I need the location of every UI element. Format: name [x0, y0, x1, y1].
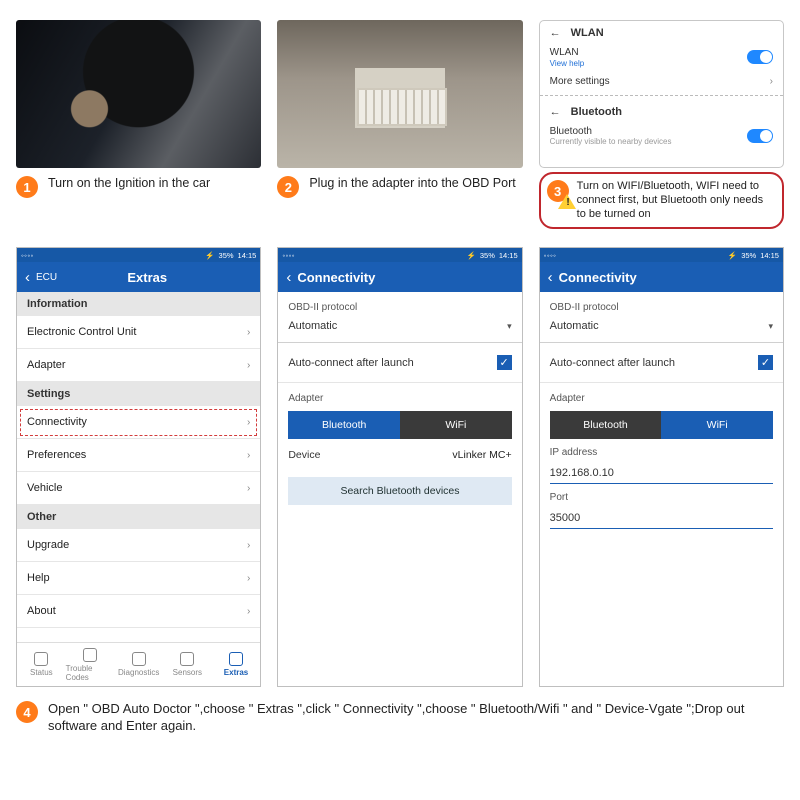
- ip-label: IP address: [540, 439, 783, 461]
- back-button[interactable]: ‹: [25, 269, 30, 286]
- chevron-right-icon: ›: [247, 606, 250, 617]
- back-button[interactable]: ‹: [548, 269, 553, 286]
- obd-protocol-label: OBD-II protocol: [540, 292, 783, 316]
- chevron-right-icon: ›: [770, 76, 773, 87]
- item-preferences[interactable]: Preferences›: [17, 439, 260, 472]
- wlan-view-help[interactable]: View help: [550, 59, 585, 68]
- status-bar: ◦◦◦◦ ⚡35%14:15: [540, 248, 783, 262]
- section-other: Other: [17, 505, 260, 529]
- back-arrow-icon[interactable]: ←: [550, 27, 561, 39]
- item-adapter[interactable]: Adapter›: [17, 349, 260, 382]
- tab-trouble-codes[interactable]: Trouble Codes: [66, 643, 115, 686]
- wlan-header: WLAN: [571, 27, 604, 39]
- adapter-label: Adapter: [278, 383, 521, 407]
- adapter-segmented: Bluetooth WiFi: [550, 411, 773, 439]
- chevron-right-icon: ›: [247, 417, 250, 428]
- item-vehicle[interactable]: Vehicle›: [17, 472, 260, 505]
- auto-connect-checkbox[interactable]: ✓: [758, 355, 773, 370]
- bluetooth-sub: Currently visible to nearby devices: [550, 137, 672, 146]
- appbar-title: Extras: [57, 270, 237, 285]
- status-bar: ◦◦◦◦ ⚡35%14:15: [17, 248, 260, 262]
- phone-extras-screen: ◦◦◦◦ ⚡35%14:15 ‹ ECU Extras Information …: [16, 247, 261, 687]
- section-information: Information: [17, 292, 260, 316]
- tab-extras[interactable]: Extras: [212, 643, 261, 686]
- adapter-label: Adapter: [540, 383, 783, 407]
- chevron-right-icon: ›: [247, 360, 250, 371]
- bluetooth-label: Bluetooth: [550, 126, 672, 138]
- ignition-photo: [16, 20, 261, 168]
- item-ecu[interactable]: Electronic Control Unit›: [17, 316, 260, 349]
- seg-bluetooth[interactable]: Bluetooth: [550, 411, 662, 439]
- step4-text: Open " OBD Auto Doctor ",choose " Extras…: [48, 701, 784, 734]
- wlan-settings-panel: ← WLAN WLAN View help More settings › ← …: [539, 20, 784, 168]
- item-help[interactable]: Help›: [17, 562, 260, 595]
- auto-connect-checkbox[interactable]: ✓: [497, 355, 512, 370]
- phone-connectivity-bt: ◦◦◦◦ ⚡35%14:15 ‹ Connectivity OBD-II pro…: [277, 247, 522, 687]
- bluetooth-toggle[interactable]: [747, 129, 773, 143]
- device-value: vLinker MC+: [452, 449, 511, 461]
- item-connectivity[interactable]: Connectivity›: [17, 406, 260, 439]
- chevron-right-icon: ›: [247, 327, 250, 338]
- back-arrow-icon[interactable]: ←: [550, 106, 561, 118]
- obd-port-photo: [277, 20, 522, 168]
- status-bar: ◦◦◦◦ ⚡35%14:15: [278, 248, 521, 262]
- chevron-right-icon: ›: [247, 573, 250, 584]
- chevron-right-icon: ›: [247, 483, 250, 494]
- auto-connect-label: Auto-connect after launch: [288, 357, 413, 369]
- seg-bluetooth[interactable]: Bluetooth: [288, 411, 400, 439]
- wlan-more-settings[interactable]: More settings ›: [540, 72, 783, 91]
- item-about[interactable]: About›: [17, 595, 260, 628]
- obd-protocol-select[interactable]: Automatic ▾: [540, 316, 783, 343]
- appbar-title: Connectivity: [297, 270, 513, 285]
- section-settings: Settings: [17, 382, 260, 406]
- port-label: Port: [540, 484, 783, 506]
- step3-text: Turn on WIFI/Bluetooth, WIFI need to con…: [577, 180, 774, 221]
- wlan-toggle[interactable]: [747, 50, 773, 64]
- step2-text: Plug in the adapter into the OBD Port: [309, 176, 515, 192]
- appbar-title: Connectivity: [559, 270, 775, 285]
- auto-connect-label: Auto-connect after launch: [550, 357, 675, 369]
- caret-down-icon: ▾: [768, 321, 773, 332]
- tab-sensors[interactable]: Sensors: [163, 643, 212, 686]
- ip-input[interactable]: 192.168.0.10: [550, 463, 773, 484]
- chevron-right-icon: ›: [247, 540, 250, 551]
- chevron-right-icon: ›: [247, 450, 250, 461]
- tab-bar: Status Trouble Codes Diagnostics Sensors…: [17, 642, 260, 686]
- caret-down-icon: ▾: [507, 321, 512, 332]
- item-upgrade[interactable]: Upgrade›: [17, 529, 260, 562]
- wlan-label: WLAN: [550, 47, 585, 59]
- port-input[interactable]: 35000: [550, 508, 773, 529]
- step4-badge: 4: [16, 701, 38, 723]
- device-label: Device: [288, 449, 320, 461]
- adapter-segmented: Bluetooth WiFi: [288, 411, 511, 439]
- tab-status[interactable]: Status: [17, 643, 66, 686]
- seg-wifi[interactable]: WiFi: [400, 411, 512, 439]
- step1-badge: 1: [16, 176, 38, 198]
- search-bluetooth-button[interactable]: Search Bluetooth devices: [288, 477, 511, 505]
- seg-wifi[interactable]: WiFi: [661, 411, 773, 439]
- bluetooth-header: Bluetooth: [571, 106, 622, 118]
- obd-protocol-label: OBD-II protocol: [278, 292, 521, 316]
- step2-badge: 2: [277, 176, 299, 198]
- back-button[interactable]: ‹: [286, 269, 291, 286]
- back-label: ECU: [36, 272, 57, 283]
- phone-connectivity-wifi: ◦◦◦◦ ⚡35%14:15 ‹ Connectivity OBD-II pro…: [539, 247, 784, 687]
- step1-text: Turn on the Ignition in the car: [48, 176, 210, 192]
- tab-diagnostics[interactable]: Diagnostics: [114, 643, 163, 686]
- obd-protocol-select[interactable]: Automatic ▾: [278, 316, 521, 343]
